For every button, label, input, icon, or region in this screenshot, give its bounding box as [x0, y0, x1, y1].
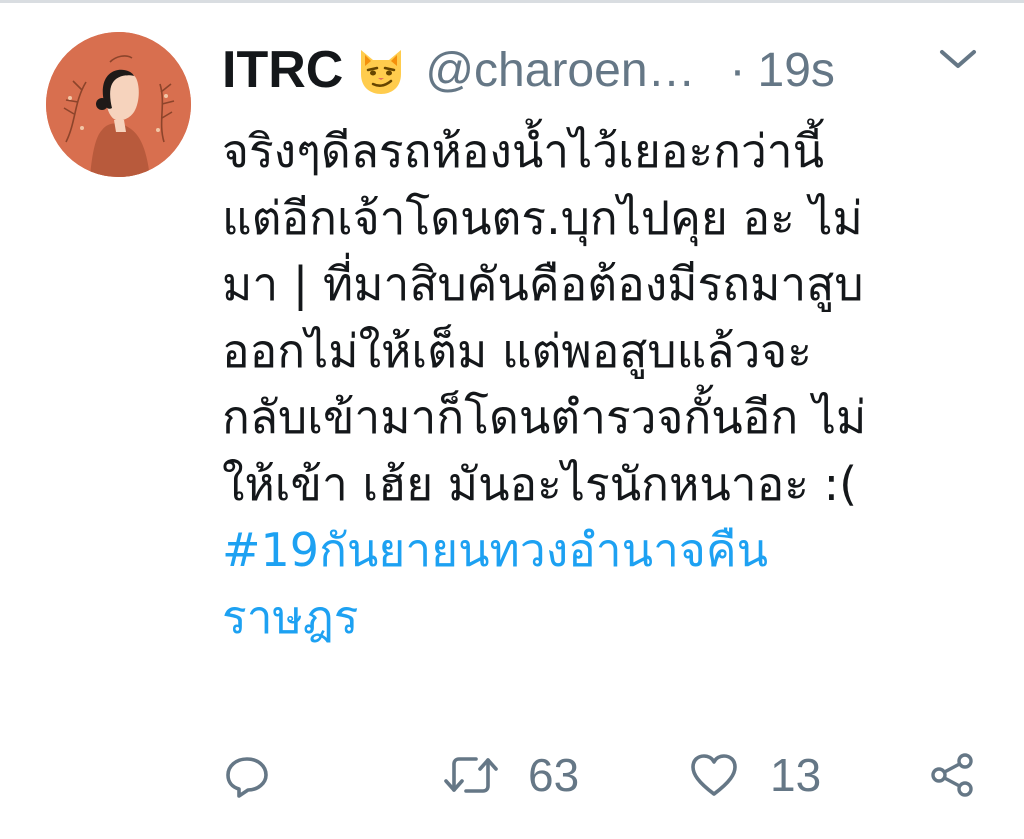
- chevron-down-icon[interactable]: [936, 44, 980, 74]
- avatar[interactable]: [46, 32, 191, 177]
- tweet-text-line: จริงๆดีลรถห้องน้ำไว้เยอะกว่านี้: [222, 124, 825, 178]
- retweet-count: 63: [528, 749, 580, 801]
- tweet-header: ITRC @charoen… · 19s: [222, 40, 835, 100]
- timestamp[interactable]: 19s: [758, 43, 835, 98]
- avatar-illustration: [46, 32, 191, 177]
- retweet-button[interactable]: 63: [442, 740, 579, 810]
- tweet-text-line: ออกไม่ให้เต็ม แต่พอสูบแล้วจะ: [222, 323, 812, 378]
- tweet-actions: 63 13: [0, 740, 1024, 810]
- display-name[interactable]: ITRC: [222, 40, 343, 100]
- like-button[interactable]: 13: [688, 740, 821, 810]
- tweet[interactable]: ITRC @charoen… · 19s จริงๆดีลรถห้องน้ำไว…: [0, 0, 1024, 839]
- user-handle[interactable]: @charoen…: [425, 43, 695, 98]
- tweet-text: จริงๆดีลรถห้องน้ำไว้เยอะกว่านี้ แต่อีกเจ…: [222, 118, 992, 650]
- separator-dot: ·: [729, 43, 746, 97]
- reply-button[interactable]: [222, 740, 272, 810]
- reply-icon: [226, 757, 268, 798]
- retweet-icon: [444, 757, 498, 793]
- tweet-text-line: แต่อีกเจ้าโดนตร.บุกไปคุย อะ ไม่: [222, 190, 863, 245]
- share-button[interactable]: [928, 740, 978, 810]
- tweet-text-line: ให้เข้า เฮ้ย มันอะไรนักหนาอะ :(: [222, 456, 858, 511]
- tweet-text-line: กลับเข้ามาก็โดนตำรวจกั้นอีก ไม่: [222, 390, 867, 444]
- smirking-cat-emoji-icon: [355, 44, 407, 96]
- hashtag-link[interactable]: ราษฎร: [222, 584, 992, 651]
- tweet-text-line: มา | ที่มาสิบคันคือต้องมีรถมาสูบ: [222, 257, 864, 311]
- heart-icon: [691, 754, 737, 796]
- share-icon: [931, 753, 973, 797]
- hashtag-link[interactable]: #19กันยายนทวงอำนาจคืน: [222, 517, 992, 584]
- like-count: 13: [770, 749, 822, 801]
